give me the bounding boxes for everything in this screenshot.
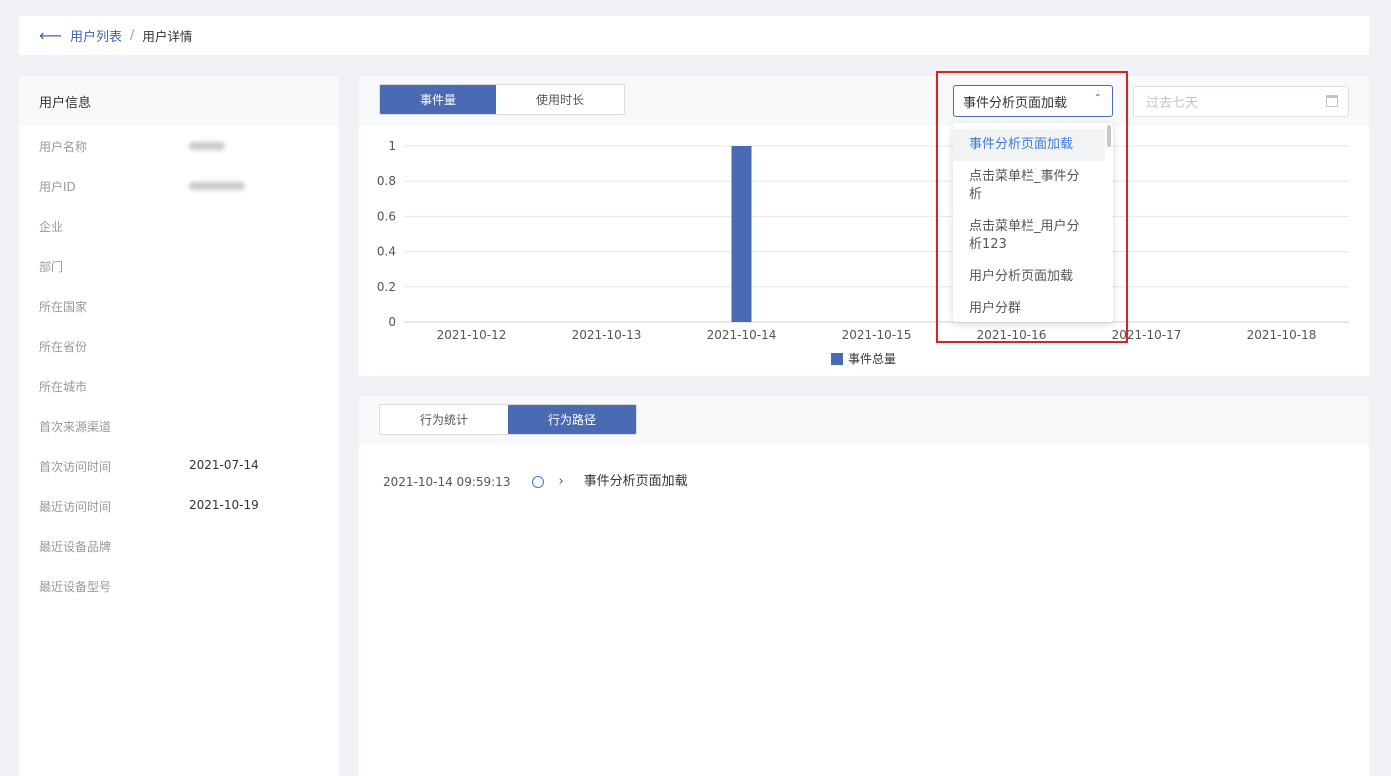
y-tick-label: 0.6	[377, 209, 396, 223]
dropdown-option[interactable]: 用户分群	[953, 293, 1105, 322]
path-item: 2021-10-14 09:59:13 › 事件分析页面加载	[383, 474, 688, 489]
chevron-right-icon[interactable]: ›	[558, 474, 563, 489]
breadcrumb-user-list[interactable]: 用户列表	[70, 26, 122, 45]
chevron-up-icon: ⌃	[1093, 93, 1102, 104]
x-tick-label: 2021-10-18	[1247, 328, 1317, 342]
event-select[interactable]: 事件分析页面加载 ⌃	[953, 85, 1113, 117]
breadcrumb-separator: /	[129, 28, 135, 43]
dropdown-option[interactable]: 点击菜单栏_事件分析	[953, 161, 1105, 211]
behavior-tabs: 行为统计 行为路径	[379, 404, 637, 435]
tab-behavior-stats[interactable]: 行为统计	[380, 405, 508, 434]
info-row-name: 用户名称	[19, 126, 339, 166]
user-info-title: 用户信息	[19, 76, 339, 126]
info-row-city: 所在城市	[19, 366, 339, 406]
info-label: 所在城市	[39, 380, 88, 394]
dropdown-option[interactable]: 用户分析页面加载	[953, 261, 1105, 293]
date-range-placeholder: 过去七天	[1146, 96, 1199, 111]
breadcrumb: ⟵ 用户列表 / 用户详情	[19, 16, 1369, 55]
info-label: 企业	[39, 220, 64, 234]
info-row-country: 所在国家	[19, 286, 339, 326]
tab-behavior-path[interactable]: 行为路径	[508, 405, 636, 434]
tab-event-count[interactable]: 事件量	[380, 85, 496, 114]
y-tick-label: 0.2	[377, 280, 396, 294]
chart-toolbar: 事件量 使用时长 事件分析页面加载 ⌃ 过去七天	[359, 76, 1369, 126]
info-label: 最近访问时间	[39, 500, 112, 514]
info-row-first-visit: 首次访问时间 2021-07-14	[19, 446, 339, 486]
event-chart-panel: 事件量 使用时长 事件分析页面加载 ⌃ 过去七天 0 0.2 0.4 0.6 0.8 1 2…	[359, 76, 1369, 376]
path-time: 2021-10-14 09:59:13	[383, 474, 511, 489]
redacted-value	[189, 182, 245, 190]
x-tick-label: 2021-10-15	[842, 328, 912, 342]
info-label: 用户名称	[39, 140, 88, 154]
user-info-panel: 用户信息 用户名称 用户ID 企业 部门 所在国家 所在省份 所在城市 首次来源…	[19, 76, 339, 776]
path-event: 事件分析页面加载	[583, 474, 688, 489]
bar	[731, 146, 752, 322]
dropdown-option[interactable]: 点击菜单栏_用户分析123	[953, 211, 1105, 261]
user-info-list: 用户名称 用户ID 企业 部门 所在国家 所在省份 所在城市 首次来源渠道 首次…	[19, 126, 339, 606]
legend-swatch	[831, 353, 843, 365]
event-select-dropdown: 事件分析页面加载 点击菜单栏_事件分析 点击菜单栏_用户分析123 用户分析页面…	[953, 123, 1113, 322]
dropdown-option[interactable]: 事件分析页面加载	[953, 129, 1105, 161]
behavior-panel: 行为统计 行为路径 2021-10-14 09:59:13 › 事件分析页面加载	[359, 396, 1369, 776]
behavior-toolbar: 行为统计 行为路径	[359, 396, 1369, 445]
info-label: 所在省份	[39, 340, 88, 354]
x-tick-label: 2021-10-12	[437, 328, 507, 342]
info-label: 所在国家	[39, 300, 88, 314]
dropdown-scrollbar[interactable]	[1107, 125, 1111, 147]
info-value: 2021-10-19	[189, 498, 259, 512]
metric-tabs: 事件量 使用时长	[379, 84, 625, 115]
tab-usage-duration[interactable]: 使用时长	[496, 85, 624, 114]
info-row-province: 所在省份	[19, 326, 339, 366]
circle-node-icon	[532, 475, 545, 488]
info-label: 用户ID	[39, 180, 76, 194]
info-label: 首次来源渠道	[39, 420, 112, 434]
event-bar-chart: 0 0.2 0.4 0.6 0.8 1 2021-10-12 2021-10-13 2021-1…	[377, 139, 1349, 366]
info-row-first-channel: 首次来源渠道	[19, 406, 339, 446]
back-arrow-icon[interactable]: ⟵	[39, 27, 62, 44]
x-tick-label: 2021-10-14	[707, 328, 777, 342]
info-row-department: 部门	[19, 246, 339, 286]
info-row-device-brand: 最近设备品牌	[19, 526, 339, 566]
x-tick-label: 2021-10-13	[572, 328, 642, 342]
info-row-id: 用户ID	[19, 166, 339, 206]
info-label: 部门	[39, 260, 64, 274]
y-tick-label: 1	[388, 139, 396, 153]
y-tick-label: 0.4	[377, 245, 396, 259]
legend-label: 事件总量	[848, 352, 896, 366]
info-value: 2021-07-14	[189, 458, 259, 472]
y-tick-label: 0	[388, 315, 396, 329]
calendar-icon	[1326, 95, 1338, 107]
y-tick-label: 0.8	[377, 174, 396, 188]
x-tick-label: 2021-10-17	[1112, 328, 1182, 342]
breadcrumb-current: 用户详情	[142, 29, 193, 44]
info-label: 首次访问时间	[39, 460, 112, 474]
info-row-company: 企业	[19, 206, 339, 246]
info-row-device-model: 最近设备型号	[19, 566, 339, 606]
info-label: 最近设备品牌	[39, 540, 112, 554]
date-range-picker[interactable]: 过去七天	[1133, 86, 1349, 117]
event-select-value: 事件分析页面加载	[963, 95, 1068, 111]
info-row-last-visit: 最近访问时间 2021-10-19	[19, 486, 339, 526]
redacted-value	[189, 142, 225, 150]
x-tick-label: 2021-10-16	[977, 328, 1047, 342]
info-label: 最近设备型号	[39, 580, 112, 594]
